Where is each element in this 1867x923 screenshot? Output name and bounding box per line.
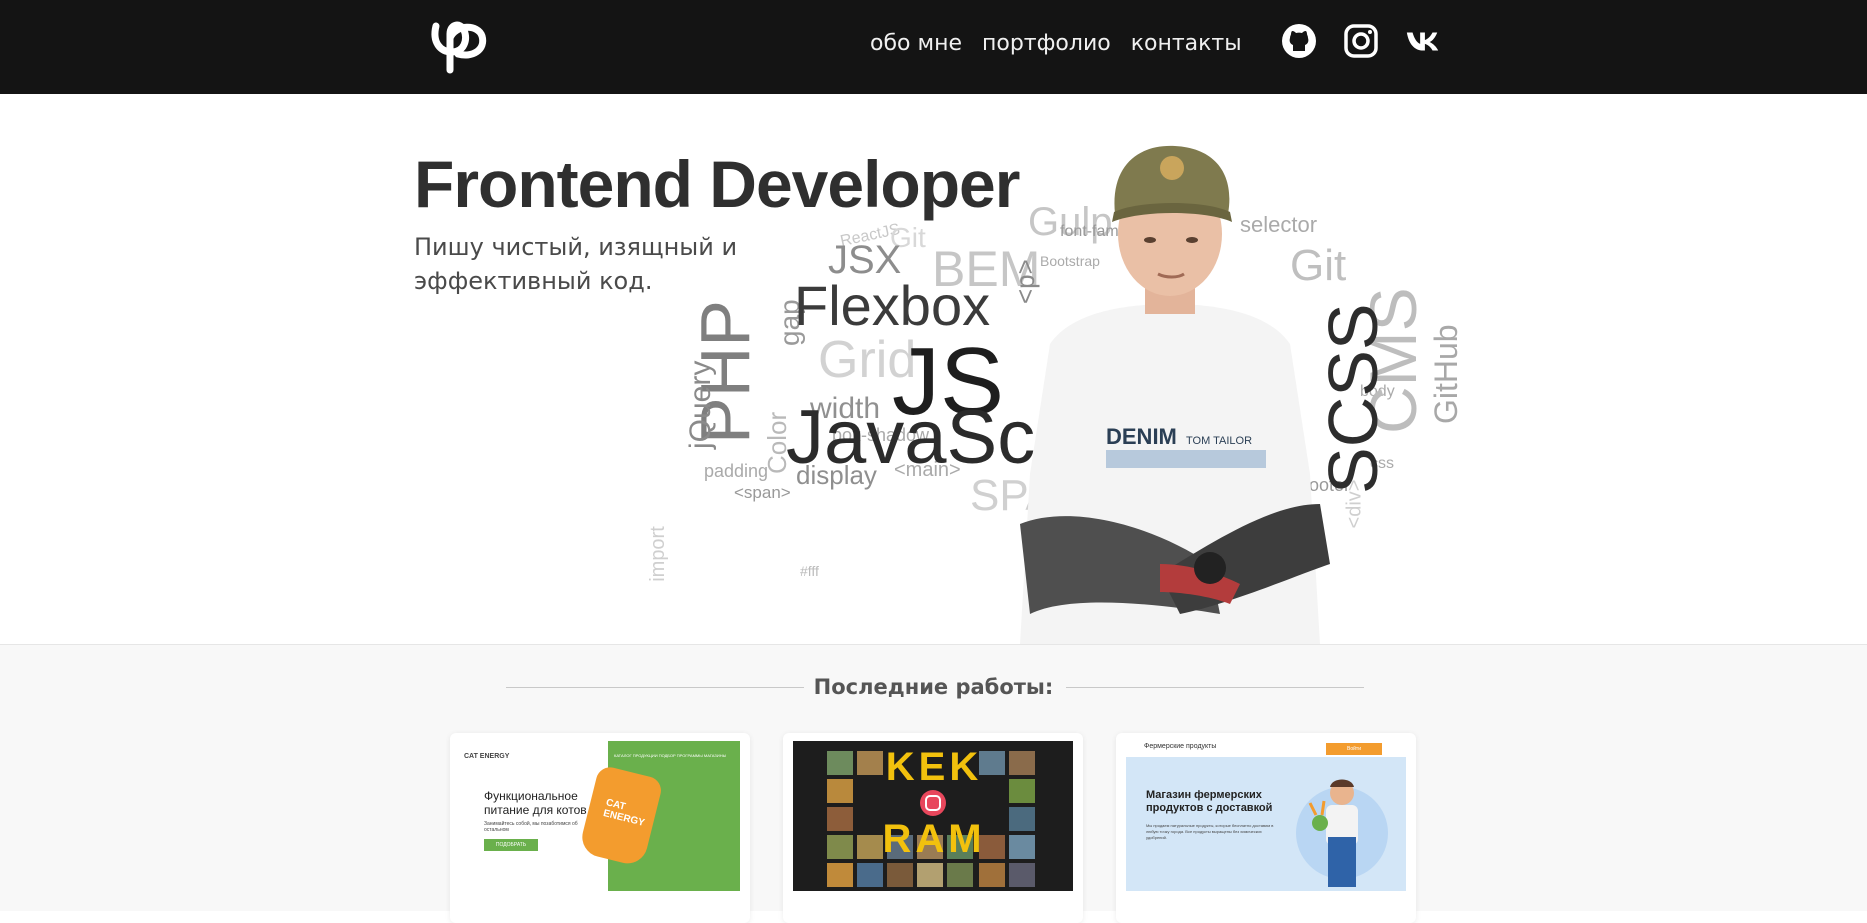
cat-brand: CAT ENERGY — [464, 753, 510, 760]
site-header: обо мне портфолио контакты — [0, 0, 1867, 94]
works-title: Последние работы: — [813, 675, 1054, 699]
cat-button: ПОДОБРАТЬ ПРОГРАММУ — [484, 839, 538, 860]
svg-text:DENIM: DENIM — [1106, 424, 1177, 449]
farm-login-button: Войти — [1326, 743, 1382, 755]
kek-title-top: KEK — [885, 745, 983, 789]
farmer-illustration — [1296, 779, 1388, 887]
developer-photo: DENIM TOM TAILOR — [1010, 144, 1330, 644]
nav-link-portfolio[interactable]: портфолио — [982, 28, 1111, 60]
works-section: Последние работы: CAT ENERGY КАТАЛОГ ПРО… — [0, 644, 1867, 923]
nav-link-contacts[interactable]: контакты — [1131, 28, 1242, 60]
project-screenshot: CAT ENERGY КАТАЛОГ ПРОДУКЦИИ ПОДБОР ПРОГ… — [460, 741, 740, 891]
project-card-cat-energy[interactable]: CAT ENERGY КАТАЛОГ ПРОДУКЦИИ ПОДБОР ПРОГ… — [450, 733, 750, 923]
project-screenshot: Фермерские продукты Войти Магазин фермер… — [1126, 741, 1406, 891]
main-nav: обо мне портфолио контакты — [870, 28, 1262, 60]
cloud-word: #fff — [800, 563, 819, 579]
farm-body: Мы продаем натуральные продукты, которые… — [1146, 823, 1274, 840]
project-screenshot: KEK RAM — [793, 741, 1073, 891]
instagram-icon[interactable] — [1342, 22, 1380, 60]
svg-text:TOM TAILOR: TOM TAILOR — [1186, 435, 1252, 447]
cloud-word: <span> — [734, 483, 791, 502]
cloud-word: Flexbox — [794, 274, 991, 337]
project-card-kekstagram[interactable]: KEK RAM — [783, 733, 1083, 923]
project-card-farm[interactable]: Фермерские продукты Войти Магазин фермер… — [1116, 733, 1416, 923]
cat-sub: Занимайтесь собой, мы позаботимся об ост… — [484, 821, 578, 833]
logo-icon[interactable] — [428, 18, 492, 74]
cat-nav: КАТАЛОГ ПРОДУКЦИИ ПОДБОР ПРОГРАММЫ МАГАЗ… — [614, 753, 727, 758]
cat-heading: Функциональное питание для котов — [484, 789, 587, 817]
farm-brand: Фермерские продукты — [1144, 743, 1217, 750]
vk-icon[interactable] — [1404, 22, 1442, 60]
cloud-word: import — [646, 526, 669, 582]
hero-title: Frontend Developer — [414, 147, 1020, 221]
nav-link-about[interactable]: обо мне — [870, 28, 962, 60]
kek-title-bottom: RAM — [882, 817, 986, 861]
cloud-word: GitHub — [1428, 324, 1464, 424]
cloud-word: padding — [704, 461, 769, 481]
farm-heading: Магазин фермерских продуктов с доставкой — [1146, 789, 1273, 814]
github-icon[interactable] — [1280, 22, 1318, 60]
hero-section: Frontend Developer Пишу чистый, изящный … — [0, 94, 1867, 644]
cloud-word: jQuery — [684, 360, 717, 449]
social-links — [1280, 22, 1442, 60]
